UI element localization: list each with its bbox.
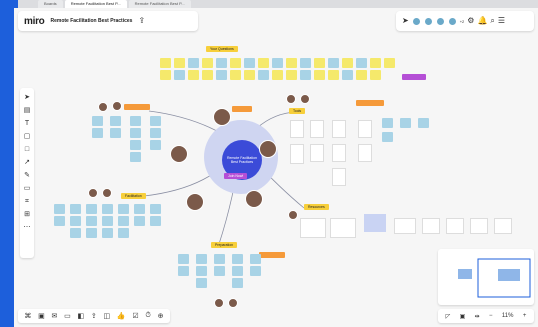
board-menu-icon[interactable]: ☰ bbox=[498, 17, 505, 25]
search-icon[interactable]: ⌕ bbox=[490, 17, 494, 25]
pen-icon[interactable]: ✎ bbox=[24, 172, 30, 179]
avatar bbox=[98, 102, 108, 112]
avatar bbox=[228, 298, 238, 308]
orange-tag bbox=[124, 104, 150, 110]
speaker-avatar bbox=[170, 145, 188, 163]
avatar bbox=[286, 94, 296, 104]
timer-icon[interactable]: ⏱ bbox=[145, 312, 150, 320]
frame-icon[interactable]: ⌗ bbox=[25, 198, 29, 205]
browser-tab-strip: Boards Remote Facilitation Best P... Rem… bbox=[18, 0, 538, 8]
avatar bbox=[88, 188, 98, 198]
collaborator-avatar[interactable] bbox=[411, 16, 421, 26]
zoom-in-button[interactable]: + bbox=[523, 313, 527, 319]
activity-icon[interactable]: ◫ bbox=[104, 312, 111, 320]
miro-logo[interactable]: miro bbox=[24, 16, 45, 27]
settings-icon[interactable]: ⚙ bbox=[467, 17, 474, 25]
presence-count[interactable]: +2 bbox=[460, 19, 465, 24]
template-icon[interactable]: ▤ bbox=[24, 107, 31, 114]
vote-icon[interactable]: ☑ bbox=[132, 312, 138, 320]
comment-icon[interactable]: ▭ bbox=[24, 185, 31, 192]
collab-bar: ➤ +2 ⚙ 🔔 ⌕ ☰ bbox=[396, 11, 534, 31]
avatar bbox=[112, 101, 122, 111]
board-title[interactable]: Remote Facilitation Best Practices bbox=[50, 18, 132, 24]
zoom-level[interactable]: 11% bbox=[502, 313, 514, 319]
browser-tab[interactable]: Boards bbox=[38, 0, 63, 8]
section-label-tools[interactable]: Tools bbox=[289, 108, 306, 114]
cursor-tag bbox=[402, 74, 426, 80]
speaker-avatar bbox=[245, 190, 263, 208]
export-icon[interactable]: ⇪ bbox=[91, 312, 97, 320]
zoom-out-button[interactable]: − bbox=[489, 313, 493, 319]
section-label-preparation[interactable]: Preparation bbox=[211, 242, 238, 248]
grid-icon[interactable]: ▣ bbox=[460, 313, 466, 320]
orange-tag bbox=[259, 252, 285, 258]
collaborator-avatar[interactable] bbox=[435, 16, 445, 26]
section-label-resources[interactable]: Resources bbox=[304, 204, 329, 210]
screen-frame: Boards Remote Facilitation Best P... Rem… bbox=[0, 0, 538, 327]
select-cursor-icon[interactable]: ➤ bbox=[24, 94, 30, 101]
minimap-preview bbox=[458, 258, 531, 298]
more-icon[interactable]: ⋯ bbox=[24, 224, 31, 231]
text-icon[interactable]: T bbox=[25, 120, 29, 127]
screen-share-icon[interactable]: ▭ bbox=[64, 312, 71, 320]
upload-icon[interactable]: ⊞ bbox=[24, 211, 30, 218]
share-upload-icon[interactable]: ⇪ bbox=[138, 17, 145, 25]
collaborator-avatar[interactable] bbox=[447, 16, 457, 26]
orange-tag bbox=[356, 100, 384, 106]
speaker-avatar bbox=[259, 140, 277, 158]
browser-tab[interactable]: Remote Facilitation Best P... bbox=[128, 0, 191, 8]
bottom-toolbar: ⌘ ▣ ✉ ▭ ◧ ⇪ ◫ 👍 ☑ ⏱ ⊕ bbox=[18, 309, 170, 323]
tool-sidebar: ➤ ▤ T ▢ □ ↗ ✎ ▭ ⌗ ⊞ ⋯ bbox=[20, 88, 34, 258]
fit-icon[interactable]: ⇹ bbox=[475, 313, 480, 320]
avatar bbox=[214, 298, 224, 308]
browser-tab-active[interactable]: Remote Facilitation Best P... bbox=[64, 0, 127, 8]
like-icon[interactable]: 👍 bbox=[117, 312, 126, 320]
speaker-avatar bbox=[186, 193, 204, 211]
collaborator-avatar[interactable] bbox=[423, 16, 433, 26]
cursor-icon[interactable]: ➤ bbox=[402, 17, 409, 25]
board-header: miro Remote Facilitation Best Practices … bbox=[18, 11, 198, 31]
miro-app: Your Questions Remote Facilitation Best … bbox=[14, 8, 538, 327]
chat-icon[interactable]: ✉ bbox=[52, 312, 58, 320]
notifications-icon[interactable]: 🔔 bbox=[477, 17, 487, 25]
avatar bbox=[300, 94, 310, 104]
section-label-facilitation[interactable]: Facilitation bbox=[121, 193, 146, 199]
frames-icon[interactable]: ⌘ bbox=[24, 312, 31, 320]
apps-icon[interactable]: ⊕ bbox=[158, 312, 164, 320]
hub-text: Remote Facilitation Best Practices bbox=[227, 155, 257, 164]
zoom-controls: ◸ ▣ ⇹ − 11% + bbox=[438, 309, 534, 323]
orange-tag bbox=[232, 106, 252, 112]
shape-icon[interactable]: □ bbox=[25, 146, 29, 153]
section-label-your-questions[interactable]: Your Questions bbox=[206, 46, 238, 52]
connector-icon[interactable]: ↗ bbox=[24, 159, 30, 166]
avatar bbox=[288, 210, 298, 220]
sticky-note-icon[interactable]: ▢ bbox=[24, 133, 31, 140]
video-icon[interactable]: ◧ bbox=[78, 312, 85, 320]
speaker-avatar bbox=[213, 108, 231, 126]
hub-join-button[interactable]: Join Now! bbox=[224, 173, 248, 179]
avatar bbox=[102, 188, 112, 198]
map-icon[interactable]: ◸ bbox=[446, 313, 451, 320]
minimap[interactable] bbox=[438, 249, 534, 305]
comments-icon[interactable]: ▣ bbox=[38, 312, 45, 320]
